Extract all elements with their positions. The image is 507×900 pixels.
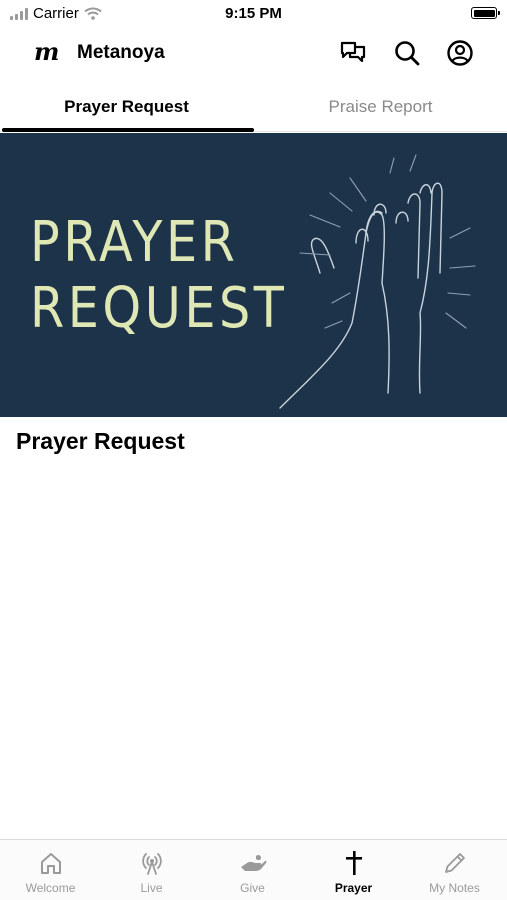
prayer-banner: PRAYER REQUEST (0, 133, 507, 417)
praying-hands-illustration (279, 154, 476, 409)
app-title: Metanoya (77, 42, 165, 63)
app-logo: m (34, 37, 60, 66)
page-title: Prayer Request (16, 428, 185, 454)
nav-item-give[interactable]: Give (202, 840, 303, 900)
nav-label-welcome: Welcome (25, 881, 76, 895)
status-bar: Carrier 9:15 PM (0, 0, 507, 28)
broadcast-icon (138, 849, 166, 877)
active-tab-indicator (2, 128, 254, 132)
status-time: 9:15 PM (225, 5, 282, 22)
app-header: m Metanoya (0, 30, 507, 76)
tab-bar-top: Prayer Request Praise Report (0, 84, 507, 132)
banner-text-line1: PRAYER (30, 210, 239, 275)
giving-hand-icon (239, 849, 267, 877)
banner-text-line2: REQUEST (30, 276, 288, 341)
search-icon[interactable] (393, 39, 421, 67)
nav-item-welcome[interactable]: Welcome (0, 840, 101, 900)
nav-label-give: Give (240, 881, 265, 895)
nav-item-prayer[interactable]: Prayer (303, 840, 404, 900)
bottom-nav: Welcome Live Give Prayer My Notes (0, 839, 507, 900)
nav-item-live[interactable]: Live (101, 840, 202, 900)
profile-icon[interactable] (446, 39, 474, 67)
nav-item-my-notes[interactable]: My Notes (404, 840, 505, 900)
home-icon (37, 849, 65, 877)
pencil-icon (441, 849, 469, 877)
nav-label-prayer: Prayer (334, 881, 373, 895)
tab-prayer-request[interactable]: Prayer Request (0, 84, 253, 130)
nav-label-my-notes: My Notes (429, 881, 480, 895)
battery-icon (471, 7, 500, 19)
cross-icon (340, 849, 368, 877)
tab-praise-report[interactable]: Praise Report (254, 84, 507, 130)
chat-icon[interactable] (339, 39, 367, 67)
nav-label-live: Live (140, 881, 163, 895)
